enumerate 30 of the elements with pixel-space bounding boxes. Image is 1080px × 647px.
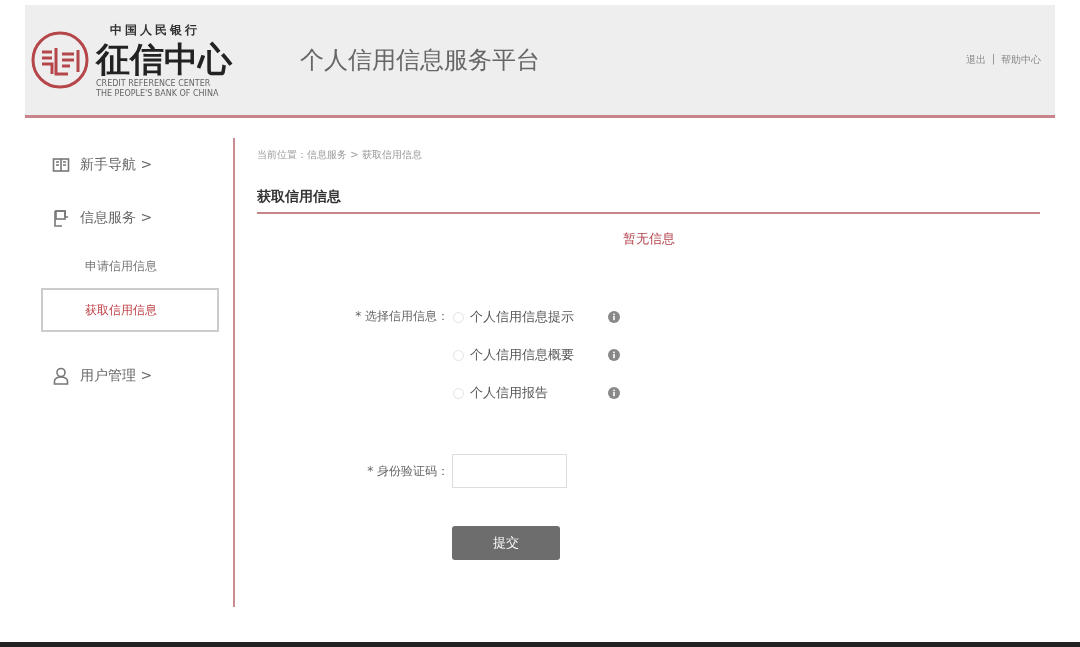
logo-name: 征信中心	[96, 38, 232, 79]
link-separator: |	[991, 53, 995, 67]
info-icon[interactable]	[608, 349, 620, 361]
site-title: 个人信用信息服务平台	[300, 45, 540, 76]
sidebar-section[interactable]: 新手导航 >	[80, 155, 153, 174]
submit-button[interactable]: 提交	[452, 526, 560, 560]
info-icon[interactable]	[608, 311, 620, 323]
sidebar-section[interactable]: 用户管理 >	[80, 366, 153, 385]
choice-label: * 选择信用信息：	[354, 308, 449, 325]
header-link[interactable]: 退出	[965, 53, 986, 67]
book-icon	[52, 155, 70, 174]
header-link[interactable]: 帮助中心	[1001, 53, 1041, 67]
page-heading: 获取信用信息	[257, 188, 1040, 214]
option-label: 个人信用信息概要	[470, 346, 575, 364]
user-icon	[52, 366, 70, 385]
breadcrumb: 当前位置：信息服务 > 获取信用信息	[257, 148, 423, 162]
info-icon[interactable]	[608, 387, 620, 399]
option-label: 个人信用信息提示	[470, 308, 575, 326]
sidebar-item[interactable]: 获取信用信息	[41, 288, 219, 332]
logo-english-text: CREDIT REFERENCE CENTER	[96, 78, 212, 89]
input-field[interactable]	[452, 454, 567, 488]
seal-logo-icon	[30, 30, 90, 90]
logo-subtitle: 中国人民银行	[109, 21, 201, 39]
sidebar-section[interactable]: 信息服务 >	[80, 208, 153, 227]
option-label: 个人信用报告	[470, 384, 549, 402]
logo-english-text: THE PEOPLE'S BANK OF CHINA	[96, 88, 220, 99]
code-label: * 身份验证码：	[366, 462, 449, 480]
document-icon	[52, 208, 70, 227]
notice-text: 暂无信息	[622, 230, 675, 248]
sidebar-item[interactable]: 申请信用信息	[41, 244, 219, 288]
